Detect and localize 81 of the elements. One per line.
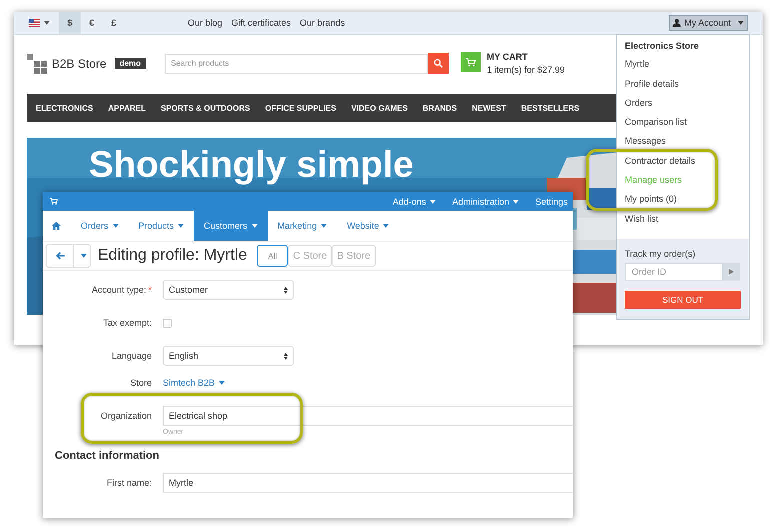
cart-icon[interactable] [50,198,58,205]
cart-summary: 1 item(s) for $27.99 [487,65,566,75]
banner-headline: Shockingly simple [89,144,414,186]
nav-item[interactable]: BRANDS [422,104,458,112]
logo-icon [27,54,48,74]
currency-option[interactable]: £ [103,12,125,34]
field-label: First name: [106,478,152,488]
search-button[interactable] [428,53,449,74]
home-icon[interactable] [52,222,61,230]
store-tab[interactable]: All [257,245,288,267]
track-label: Track my order(s) [625,249,697,259]
checkbox[interactable] [163,318,172,328]
menu-item[interactable]: Wish list [625,214,658,225]
admin-menu-item[interactable]: Administration [452,196,520,206]
select-arrows-icon [284,352,288,360]
top-link[interactable]: Our blog [188,18,223,28]
field-label: Organization [100,411,152,421]
caret-icon [112,224,119,228]
caret-icon [430,200,436,204]
section-heading: Contact information [55,450,160,462]
cart-icon [466,58,476,66]
admin-menu-item[interactable]: Settings [535,196,568,206]
field-label: Tax exempt: [103,318,152,328]
back-arrow-icon [56,252,64,260]
menu-item[interactable]: Profile details [625,78,680,90]
menu-tab[interactable]: Website [337,211,400,241]
required-mark: * [148,285,152,295]
admin-menu-item[interactable]: Add-ons [392,196,436,206]
menu-tab[interactable]: Products [128,211,194,241]
demo-badge: demo [114,58,146,69]
nav-item[interactable]: APPAREL [108,104,146,112]
user-icon [673,19,682,27]
nav-item[interactable]: SPORTS & OUTDOORS [160,104,250,112]
store-link[interactable]: Simtech B2B [163,378,226,388]
caret-icon [252,224,258,228]
nav-item[interactable]: BESTSELLERS [521,104,580,112]
cart-title[interactable]: MY CART [487,52,566,62]
nav-item[interactable]: VIDEO GAMES [351,104,408,112]
currency-option[interactable]: € [81,12,103,34]
caret-icon [738,21,744,25]
input-field[interactable]: Electrical shop [163,406,573,426]
caret-icon [81,254,87,258]
input-field[interactable]: Myrtle [163,473,573,493]
menu-item[interactable]: Myrtle [625,59,650,70]
caret-icon [513,200,520,204]
caret-icon [321,224,328,228]
field-label: Store [130,378,152,388]
menu-item[interactable]: Contractor details [625,156,696,167]
back-button-group[interactable] [46,244,91,268]
menu-item[interactable]: Comparison list [625,117,688,128]
top-link[interactable]: Our brands [300,18,346,28]
go-button[interactable] [723,263,740,281]
caret-icon [178,224,184,228]
menu-item[interactable]: Orders [625,98,653,109]
menu-tab[interactable]: Marketing [268,211,338,241]
currency-option[interactable]: $ [59,12,81,34]
menu-item[interactable]: Messages [625,136,666,148]
caret-icon [219,381,226,385]
search-icon [434,59,443,68]
menu-item[interactable]: My points (0) [625,194,678,206]
caret-icon [44,21,50,25]
nav-item[interactable]: OFFICE SUPPLIES [265,104,336,112]
field-label: Language [112,351,152,361]
top-link[interactable]: Gift certificates [232,18,292,28]
flag-icon[interactable] [29,19,40,27]
store-name: B2B Store [52,56,107,70]
nav-item[interactable]: ELECTRONICS [36,104,94,112]
menu-heading: Electronics Store [624,40,700,53]
caret-icon [383,224,390,228]
nav-item[interactable]: NEWEST [472,104,506,112]
account-button[interactable]: My Account [669,15,748,31]
select-field[interactable]: English [163,346,294,366]
select-arrows-icon [284,286,288,294]
field-label: Account type: [92,285,146,295]
menu-tab[interactable]: Orders [71,211,129,241]
cart-button[interactable] [461,52,481,72]
select-field[interactable]: Customer [163,280,294,300]
page-title: Editing profile: Myrtle [98,247,248,265]
sign-out-button[interactable]: SIGN OUT [625,291,741,309]
menu-tab[interactable]: Customers [194,211,268,241]
play-icon [729,269,734,275]
